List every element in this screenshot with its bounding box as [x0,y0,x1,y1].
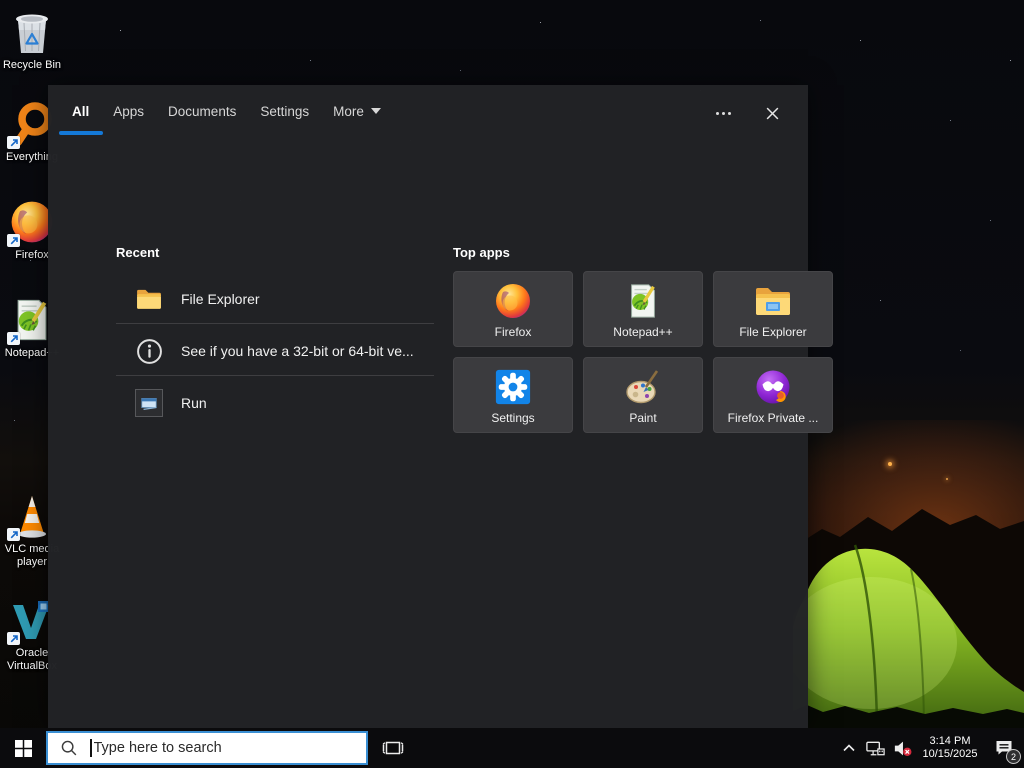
task-view-icon [382,741,404,755]
top-app-label: Settings [491,411,535,425]
top-apps-grid: Firefox Notepad++ File Explorer Settings… [453,271,833,433]
close-icon[interactable] [761,102,784,125]
search-icon [60,739,78,757]
tray-chevron-button[interactable] [836,728,862,768]
system-tray: 3:14 PM 10/15/2025 2 [836,728,1024,768]
recent-item-label: Run [181,395,207,411]
top-apps-section: Top apps Firefox Notepad++ File Explorer… [453,245,833,433]
tab-more[interactable]: More [333,98,381,129]
recent-item-label: File Explorer [181,291,260,307]
desktop-wallpaper: Recycle Bin Everything Firefox Notepad++… [0,0,1024,768]
start-button[interactable] [0,728,46,768]
recent-header: Recent [116,245,160,260]
top-app-label: Firefox Private ... [727,411,819,425]
top-app-label: Paint [629,411,657,425]
recent-item-label: See if you have a 32-bit or 64-bit ve... [181,343,414,359]
more-options-icon[interactable] [712,106,735,121]
taskbar-search-box[interactable] [46,731,368,765]
info-icon [134,336,164,366]
top-app-label: Firefox [494,325,532,339]
dim-star [946,478,948,480]
recent-item-suggestion[interactable]: See if you have a 32-bit or 64-bit ve... [116,331,434,371]
top-app-settings[interactable]: Settings [453,357,573,433]
network-status-button[interactable] [862,728,889,768]
notepad-plus-plus-icon [623,281,663,321]
chevron-up-icon [843,744,855,752]
paint-icon [623,367,663,407]
tab-settings[interactable]: Settings [260,98,309,129]
file-explorer-icon [753,281,793,321]
shortcut-arrow-icon [7,332,20,345]
recent-section: Recent File Explorer See if you have a 3… [116,245,436,417]
task-view-button[interactable] [372,728,414,768]
recent-item-file-explorer[interactable]: File Explorer [116,279,434,319]
firefox-private-icon [753,367,793,407]
shortcut-arrow-icon [7,632,20,645]
clock-time: 3:14 PM [929,735,971,747]
recent-item-run[interactable]: Run [116,383,434,423]
bright-star [888,462,892,466]
top-app-label: Notepad++ [613,325,673,339]
desktop-icon-label: Recycle Bin [2,59,62,71]
search-filter-tabs: All Apps Documents Settings More [48,85,808,141]
network-icon [866,741,885,755]
selected-tab-indicator [58,130,103,135]
top-app-firefox-private[interactable]: Firefox Private ... [713,357,833,433]
shortcut-arrow-icon [7,528,20,541]
recycle-bin-icon [8,8,56,56]
chevron-down-icon [370,108,381,114]
top-app-paint[interactable]: Paint [583,357,703,433]
search-input[interactable] [91,733,366,763]
tab-apps[interactable]: Apps [113,98,144,129]
settings-icon [493,367,533,407]
shortcut-arrow-icon [7,234,20,247]
tab-documents[interactable]: Documents [168,98,236,129]
action-center-button[interactable]: 2 [984,728,1024,768]
taskbar-clock[interactable]: 3:14 PM 10/15/2025 [918,735,982,761]
stars [0,0,1,1]
top-apps-header: Top apps [453,245,510,260]
volume-muted-icon [894,741,912,756]
windows-search-panel: All Apps Documents Settings More Recent … [48,85,833,728]
run-icon [134,388,164,418]
divider [116,323,434,324]
volume-button[interactable] [889,728,916,768]
top-app-firefox[interactable]: Firefox [453,271,573,347]
file-explorer-icon [134,284,164,314]
tab-all[interactable]: All [58,98,103,135]
tent [793,544,1024,728]
shortcut-arrow-icon [7,136,20,149]
windows-logo-icon [14,739,32,757]
top-app-label: File Explorer [739,325,807,339]
firefox-icon [493,281,533,321]
taskbar: 3:14 PM 10/15/2025 2 [0,728,1024,768]
top-app-file-explorer[interactable]: File Explorer [713,271,833,347]
clock-date: 10/15/2025 [922,748,978,760]
notification-badge: 2 [1006,749,1021,764]
top-app-notepad-plus-plus[interactable]: Notepad++ [583,271,703,347]
divider [116,375,434,376]
desktop-icon-recycle-bin[interactable]: Recycle Bin [0,8,64,72]
